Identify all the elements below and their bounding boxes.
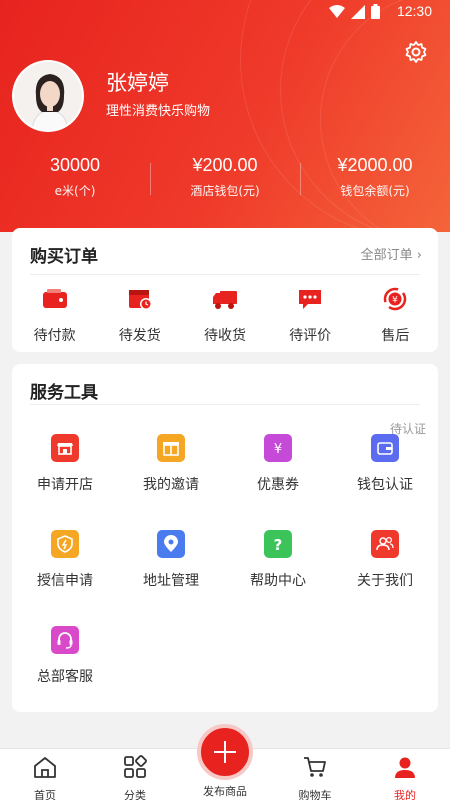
profile-header: 12:30 张婷婷 理性消费快乐购物 30000 e米(个) ¥200.00 酒… xyxy=(0,0,450,232)
svg-text:¥: ¥ xyxy=(274,442,282,457)
tab-label: 发布商品 xyxy=(203,785,247,798)
tool-about-us[interactable]: 关于我们 xyxy=(332,530,438,590)
location-icon xyxy=(157,530,185,558)
tools-title: 服务工具 xyxy=(30,383,98,403)
stats-row: 30000 e米(个) ¥200.00 酒店钱包(元) ¥2000.00 钱包余… xyxy=(0,155,450,205)
box-clock-icon xyxy=(128,290,152,310)
tool-label: 关于我们 xyxy=(357,573,413,589)
tab-label: 购物车 xyxy=(298,789,332,800)
order-after-sale[interactable]: ¥ 售后 xyxy=(353,286,438,345)
battery-icon xyxy=(371,4,380,19)
status-time: 12:30 xyxy=(396,3,432,19)
home-icon xyxy=(34,757,56,778)
tool-label: 总部客服 xyxy=(37,669,93,685)
tool-label: 授信申请 xyxy=(37,573,93,589)
tab-mine[interactable]: 我的 xyxy=(360,755,450,800)
tool-label: 钱包认证 xyxy=(357,477,413,493)
order-pending-payment[interactable]: 待付款 xyxy=(12,286,97,345)
orders-title: 购买订单 xyxy=(30,247,98,267)
order-label: 待评价 xyxy=(289,328,332,344)
stat-wallet-balance[interactable]: ¥2000.00 钱包余额(元) xyxy=(300,155,450,205)
after-sale-icon: ¥ xyxy=(384,287,407,311)
publish-plus-button[interactable] xyxy=(197,724,253,780)
people-icon xyxy=(371,530,399,558)
tool-help-center[interactable]: ? 帮助中心 xyxy=(225,530,331,590)
wallet-icon xyxy=(42,289,67,308)
truck-icon xyxy=(212,291,237,309)
order-pending-receipt[interactable]: 待收货 xyxy=(182,286,267,345)
tool-credit-apply[interactable]: 授信申请 xyxy=(12,530,118,590)
user-icon xyxy=(395,757,415,778)
stat-emi[interactable]: 30000 e米(个) xyxy=(0,155,150,205)
wallet-card-icon xyxy=(371,434,399,462)
tab-label: 我的 xyxy=(394,789,416,800)
stat-value: ¥200.00 xyxy=(192,155,258,175)
signal-icon xyxy=(351,4,365,19)
headset-icon xyxy=(51,626,79,654)
tab-label: 首页 xyxy=(34,789,56,800)
tools-card: 服务工具 待认证 申请开店 我的邀请 ¥ 优惠券 钱包认证 授信申请 地址管理 … xyxy=(12,364,438,712)
stat-value: ¥2000.00 xyxy=(337,155,413,175)
orders-card: 购买订单 全部订单 › 待付款 待发货 待收货 待评价 ¥ 售后 xyxy=(12,228,438,352)
tab-category[interactable]: 分类 xyxy=(90,755,180,800)
wifi-icon xyxy=(329,4,345,18)
tool-apply-shop[interactable]: 申请开店 xyxy=(12,434,118,494)
comment-icon xyxy=(299,290,322,309)
tool-wallet-verify[interactable]: 钱包认证 xyxy=(332,434,438,494)
gift-icon xyxy=(157,434,185,462)
tool-label: 地址管理 xyxy=(143,573,199,589)
order-pending-shipment[interactable]: 待发货 xyxy=(97,286,182,345)
stat-label: 钱包余额(元) xyxy=(340,184,410,198)
settings-gear-icon[interactable] xyxy=(404,40,428,64)
category-icon xyxy=(124,755,147,778)
shop-icon xyxy=(51,434,79,462)
tool-my-invites[interactable]: 我的邀请 xyxy=(118,434,224,494)
order-label: 待收货 xyxy=(203,328,246,344)
tab-home[interactable]: 首页 xyxy=(0,755,90,800)
stat-label: e米(个) xyxy=(54,184,96,198)
avatar-photo-icon xyxy=(14,62,82,130)
help-icon: ? xyxy=(264,530,292,558)
svg-text:?: ? xyxy=(274,536,283,554)
tool-label: 帮助中心 xyxy=(250,573,306,589)
tool-hq-service[interactable]: 总部客服 xyxy=(12,626,118,686)
coupon-icon: ¥ xyxy=(264,434,292,462)
tool-address-manage[interactable]: 地址管理 xyxy=(118,530,224,590)
user-slogan: 理性消费快乐购物 xyxy=(106,104,211,119)
cart-icon xyxy=(304,757,326,777)
stat-hotel-wallet[interactable]: ¥200.00 酒店钱包(元) xyxy=(150,155,300,205)
all-orders-link[interactable]: 全部订单 › xyxy=(361,244,422,263)
stat-value: 30000 xyxy=(49,155,101,175)
divider xyxy=(30,404,420,405)
shield-icon xyxy=(51,530,79,558)
svg-text:¥: ¥ xyxy=(392,296,398,306)
status-bar: 12:30 xyxy=(0,0,450,24)
user-name: 张婷婷 xyxy=(106,71,169,95)
order-label: 待付款 xyxy=(33,328,76,344)
order-label: 售后 xyxy=(381,328,410,344)
tool-label: 优惠券 xyxy=(257,477,299,493)
order-pending-review[interactable]: 待评价 xyxy=(268,286,353,345)
order-label: 待发货 xyxy=(118,328,161,344)
tool-coupons[interactable]: ¥ 优惠券 xyxy=(225,434,331,494)
tool-label: 申请开店 xyxy=(37,477,93,493)
tool-label: 我的邀请 xyxy=(143,477,199,493)
avatar[interactable] xyxy=(12,60,84,132)
divider xyxy=(30,274,420,275)
tab-cart[interactable]: 购物车 xyxy=(270,755,360,800)
stat-label: 酒店钱包(元) xyxy=(190,184,260,198)
tab-label: 分类 xyxy=(124,789,146,800)
